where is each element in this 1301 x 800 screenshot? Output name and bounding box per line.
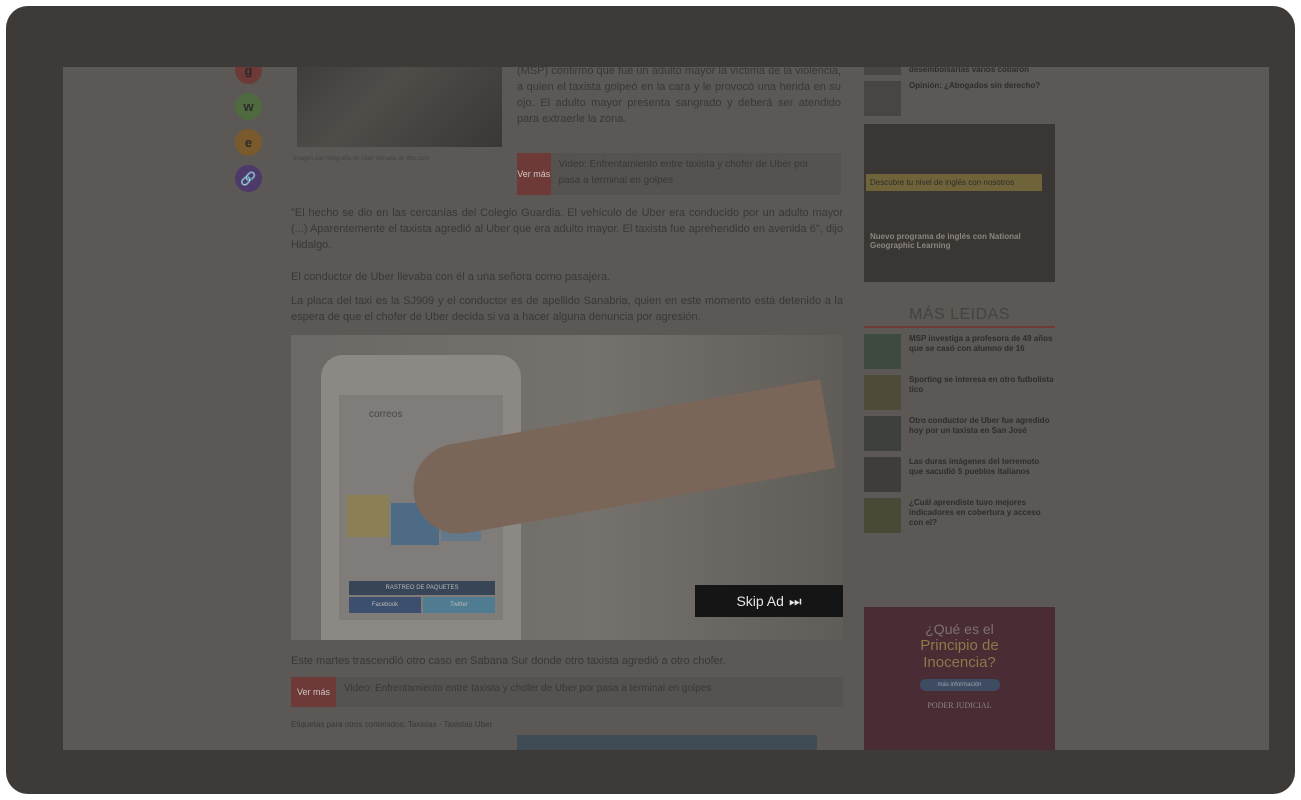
email-icon: e [244,135,253,150]
google-plus-share-button[interactable]: g [235,67,262,84]
related-video-link[interactable]: Ver más Video: Enfrentamiento entre taxi… [517,153,841,195]
related-video-text: Video: Enfrentamiento entre taxista y ch… [550,153,841,195]
mas-leidas-title: MÁS LEIDAS [864,306,1055,328]
advertisement-poder-judicial[interactable]: ¿Qué es el Principio de Inocencia? más i… [864,607,1055,750]
advertisement[interactable]: Descubre tu nivel de inglés con nosotros… [864,124,1055,282]
skip-ad-label: Skip Ad [736,593,784,609]
sidebar-item-title: Opinión: ¿Abogados sin derecho? [909,81,1041,90]
sidebar-item-title: desembolsarlas varios cobarón [909,67,1030,74]
list-thumb [864,334,901,369]
tags-line: Etiquetas para otros contenidos: Taxista… [291,720,493,729]
sidebar-thumb [864,67,901,75]
image-caption: Imagen con fotografía de Uber tomada de … [293,156,430,162]
app-twitter-button: Twitter [423,597,495,613]
video-ad-player[interactable]: correos RASTREO DE PAQUETES Facebook Twi… [291,335,843,640]
app-title: correos [369,409,403,420]
ad-line: ¿Qué es el [925,621,994,637]
dimmed-webpage: g w e 🔗 Imagen con fotografía de Uber to… [63,67,1269,750]
app-tile [347,495,389,537]
list-item-title: MSP investiga a profesora de 49 años que… [909,334,1053,353]
related-video-link[interactable]: Ver más Video: Enfrentamiento entre taxi… [291,677,843,707]
sidebar-item[interactable]: Opinión: ¿Abogados sin derecho? [864,81,1055,116]
related-video-text: Video: Enfrentamiento entre taxista y ch… [336,677,843,707]
ad-line: Inocencia? [923,654,996,671]
sidebar: desembolsarlas varios cobarón Opinión: ¿… [864,67,1055,750]
sidebar-item[interactable]: desembolsarlas varios cobarón [864,67,1055,75]
ver-mas-badge: Ver más [517,153,551,195]
ad-text: Nuevo programa de inglés con National Ge… [870,232,1021,250]
email-share-button[interactable]: e [235,129,262,156]
list-thumb [864,457,901,492]
lead-paragraph: (MSP) confirmó que fue un adulto mayor l… [517,67,841,125]
share-buttons: g w e 🔗 [235,67,265,201]
whatsapp-icon: w [243,99,254,114]
app-banner: RASTREO DE PAQUETES [349,581,495,595]
whatsapp-share-button[interactable]: w [235,93,262,120]
list-item-title: Sporting se interesa en otro futbolista … [909,375,1054,394]
paragraph: Este martes trascendió otro caso en Saba… [291,655,726,667]
ad-line: Principio de [920,637,999,654]
ad-brand: PODER JUDICIAL [927,701,992,710]
google-plus-icon: g [244,67,253,78]
article-image [297,67,502,147]
app-facebook-button: Facebook [349,597,421,613]
list-item-title: Las duras imágenes del terremoto que sac… [909,457,1040,476]
paragraph: El conductor de Uber llevaba con él a un… [291,271,611,283]
paragraph: "El hecho se dio en las cercanías del Co… [291,207,843,251]
ad-text: Descubre tu nivel de inglés con nosotros [866,174,1042,191]
avatar [864,81,901,116]
ad-button[interactable]: más información [919,679,1000,691]
list-item[interactable]: ¿Cuál aprendiste tuvo mejores indicadore… [864,498,1055,533]
list-item[interactable]: MSP investiga a profesora de 49 años que… [864,334,1055,369]
list-item[interactable]: Sporting se interesa en otro futbolista … [864,375,1055,410]
link-share-button[interactable]: 🔗 [235,165,262,192]
list-item-title: Otro conductor de Uber fue agredido hoy … [909,416,1050,435]
list-item-title: ¿Cuál aprendiste tuvo mejores indicadore… [909,498,1041,527]
list-thumb [864,498,901,533]
link-icon: 🔗 [240,170,257,186]
modal-dim-frame: g w e 🔗 Imagen con fotografía de Uber to… [6,6,1295,794]
ver-mas-badge: Ver más [291,677,336,707]
next-image [517,735,817,750]
skip-icon: ⏭ [788,592,802,609]
paragraph: La placa del taxi es la SJ909 y el condu… [291,295,843,323]
list-thumb [864,375,901,410]
skip-ad-button[interactable]: Skip Ad ⏭ [695,585,843,617]
list-item[interactable]: Las duras imágenes del terremoto que sac… [864,457,1055,492]
list-item[interactable]: Otro conductor de Uber fue agredido hoy … [864,416,1055,451]
list-thumb [864,416,901,451]
